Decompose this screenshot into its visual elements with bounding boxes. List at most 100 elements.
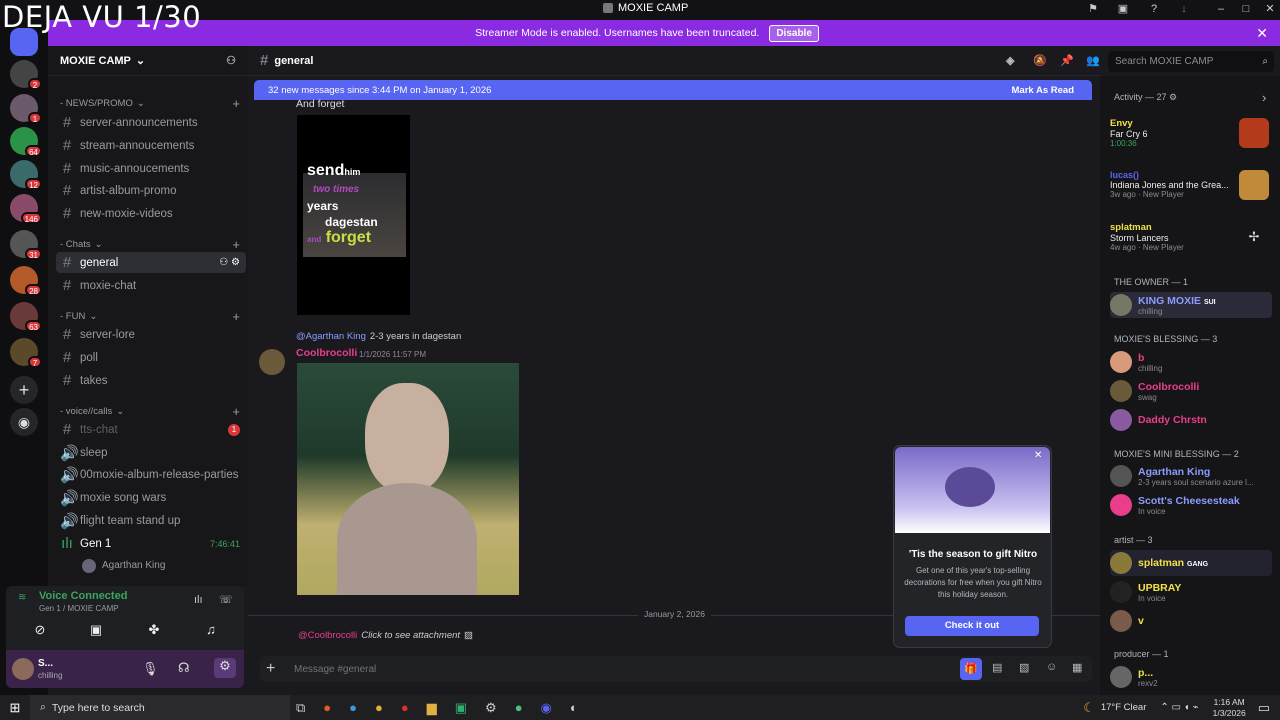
video-attachment[interactable]: sendhim two times years dagestan and for… — [297, 115, 410, 315]
category-voice[interactable]: - voice//calls ⌄ — [60, 406, 124, 417]
channel-item[interactable]: # takes — [56, 370, 246, 391]
search-input[interactable]: Search MOXIE CAMP ⌕ — [1108, 51, 1274, 72]
pin-icon[interactable]: 📌 — [1060, 54, 1074, 67]
headphones-icon[interactable]: ☊ — [178, 660, 190, 676]
inbox-icon[interactable]: ⚑ — [1087, 3, 1099, 15]
add-attachment-icon[interactable]: + — [266, 660, 275, 678]
gif-icon[interactable]: ▤ — [992, 661, 1002, 674]
channel-item-general[interactable]: # general ⚇ ⚙ — [56, 252, 246, 273]
server-icon[interactable]: 2 — [10, 60, 42, 90]
discover-icon[interactable]: ◉ — [10, 408, 38, 436]
file-explorer-icon[interactable]: ▆ — [427, 700, 437, 716]
message-author[interactable]: Coolbrocolli — [296, 347, 357, 359]
voice-channel-item[interactable]: 🔊 flight team stand up — [56, 510, 246, 531]
settings-icon[interactable]: ⚙ — [485, 700, 497, 716]
member-item[interactable]: Coolbrocolli swag — [1110, 378, 1275, 404]
voice-connected-sub[interactable]: Gen 1 / MOXIE CAMP — [39, 604, 119, 613]
server-icon[interactable]: 28 — [10, 266, 42, 296]
close-banner-icon[interactable]: ✕ — [1256, 25, 1268, 42]
camera-off-icon[interactable]: ⊘ — [30, 622, 50, 638]
disconnect-icon[interactable]: ☏ — [219, 593, 233, 606]
clock[interactable]: 1:16 AM 1/3/2026 — [1213, 697, 1246, 719]
chrome-icon[interactable]: ● — [515, 700, 523, 715]
app-icon[interactable]: ● — [323, 700, 331, 715]
close-icon[interactable]: ✕ — [1034, 450, 1042, 461]
member-item[interactable]: Scott's Cheesesteak In voice — [1110, 492, 1275, 518]
channel-item[interactable]: # poll — [56, 347, 246, 368]
user-settings-icon[interactable]: ⚙ — [214, 658, 236, 678]
close-window-icon[interactable]: ✕ — [1264, 3, 1276, 15]
notifications-icon[interactable]: ▭ — [1258, 700, 1270, 716]
avatar[interactable] — [12, 658, 34, 680]
add-channel-icon[interactable]: + — [232, 404, 240, 419]
screen-share-icon[interactable]: ▣ — [86, 622, 106, 638]
discord-icon[interactable]: ◉ — [541, 700, 552, 716]
notifications-icon[interactable]: 🔕 — [1033, 54, 1047, 67]
channel-item[interactable]: # server-lore — [56, 324, 246, 345]
soundboard-icon[interactable]: ♫ — [201, 622, 221, 638]
apps-icon[interactable]: ▦ — [1072, 661, 1082, 674]
app-icon[interactable]: ▣ — [455, 700, 467, 716]
system-tray-icons[interactable]: ⌃ ▭ ◖ ⌁ — [1160, 702, 1198, 713]
maximize-icon[interactable]: □ — [1240, 3, 1252, 15]
threads-icon[interactable]: ◈ — [1006, 54, 1014, 67]
add-channel-icon[interactable]: + — [232, 96, 240, 111]
invite-settings-icons[interactable]: ⚇ ⚙ — [219, 257, 240, 268]
server-icon[interactable]: 7 — [10, 338, 42, 368]
member-item[interactable]: splatman GANG — [1110, 550, 1272, 576]
opera-icon[interactable]: ● — [401, 700, 409, 715]
voice-member[interactable]: Agarthan King — [78, 555, 238, 576]
emoji-icon[interactable]: ☺ — [1046, 661, 1057, 673]
check-it-out-button[interactable]: Check it out — [905, 616, 1039, 636]
activity-card[interactable]: Envy Far Cry 6 1:00:36 — [1110, 118, 1275, 158]
download-icon[interactable]: ↓ — [1178, 3, 1190, 15]
taskbar-search[interactable]: ⌕ Type here to search — [30, 695, 290, 720]
image-attachment[interactable] — [297, 363, 519, 595]
minimize-icon[interactable]: – — [1215, 3, 1227, 15]
reply-preview[interactable]: @Agarthan King 2-3 years in dagestan — [296, 331, 461, 342]
chevron-right-icon[interactable]: › — [1262, 90, 1266, 105]
avatar[interactable] — [259, 349, 285, 375]
microphone-icon[interactable]: 🎙 — [142, 661, 159, 677]
server-icon[interactable]: 146 — [10, 194, 42, 224]
chrome-icon[interactable]: ● — [375, 700, 383, 715]
channel-item[interactable]: # moxie-chat — [56, 275, 246, 296]
reply-preview[interactable]: @Coolbrocolli Click to see attachment ▨ — [298, 630, 473, 641]
server-icon[interactable]: 31 — [10, 230, 42, 260]
sticker-icon[interactable]: ▧ — [1019, 661, 1029, 674]
member-item[interactable]: p... rexv2 — [1110, 664, 1275, 690]
screen-icon[interactable]: ▣ — [1117, 3, 1129, 15]
weather-text[interactable]: 17°F Clear — [1101, 702, 1147, 713]
new-messages-bar[interactable]: 32 new messages since 3:44 PM on January… — [254, 80, 1092, 100]
windows-start-icon[interactable]: ⊞ — [0, 700, 30, 716]
task-view-icon[interactable]: ⧉ — [296, 700, 305, 716]
message-input[interactable] — [294, 660, 894, 678]
voice-channel-active[interactable]: ılı Gen 1 7:46:41 — [56, 533, 246, 554]
server-icon[interactable]: 64 — [10, 127, 42, 157]
voice-channel-item[interactable]: 🔊 moxie song wars — [56, 487, 246, 508]
server-icon[interactable]: 63 — [10, 302, 42, 332]
disable-streamer-button[interactable]: Disable — [769, 24, 819, 42]
member-item[interactable]: KING MOXIE SUI chilling — [1110, 292, 1272, 318]
member-item[interactable]: v — [1110, 608, 1275, 634]
channel-item[interactable]: # server-announcements — [56, 112, 246, 133]
server-header[interactable]: MOXIE CAMP ⌄ ⚇ — [48, 46, 248, 76]
voice-channel-item[interactable]: 🔊 sleep — [56, 442, 246, 463]
add-channel-icon[interactable]: + — [232, 309, 240, 324]
gift-icon[interactable]: 🎁 — [960, 658, 982, 680]
steam-icon[interactable]: ◐ — [570, 700, 578, 715]
noise-suppression-icon[interactable]: ılı — [194, 594, 203, 606]
edge-icon[interactable]: ● — [349, 700, 357, 715]
category-fun[interactable]: - FUN ⌄ — [60, 311, 97, 322]
activity-card[interactable]: lucas() Indiana Jones and the Grea... 3w… — [1110, 170, 1275, 210]
member-item[interactable]: Daddy Chrstn — [1110, 407, 1275, 433]
category-news[interactable]: - NEWS/PROMO ⌄ — [60, 98, 145, 109]
member-list-icon[interactable]: 👥 — [1086, 54, 1100, 67]
channel-item[interactable]: # artist-album-promo — [56, 180, 246, 201]
activity-card[interactable]: splatman Storm Lancers 4w ago · New Play… — [1110, 222, 1275, 262]
category-chats[interactable]: - Chats ⌄ — [60, 239, 103, 250]
channel-item[interactable]: # new-moxie-videos — [56, 203, 246, 224]
voice-channel-item[interactable]: 🔊 00moxie-album-release-parties — [56, 464, 246, 485]
member-item[interactable]: UPBRAY In voice — [1110, 579, 1275, 605]
channel-item[interactable]: # music-annoucements — [56, 158, 246, 179]
